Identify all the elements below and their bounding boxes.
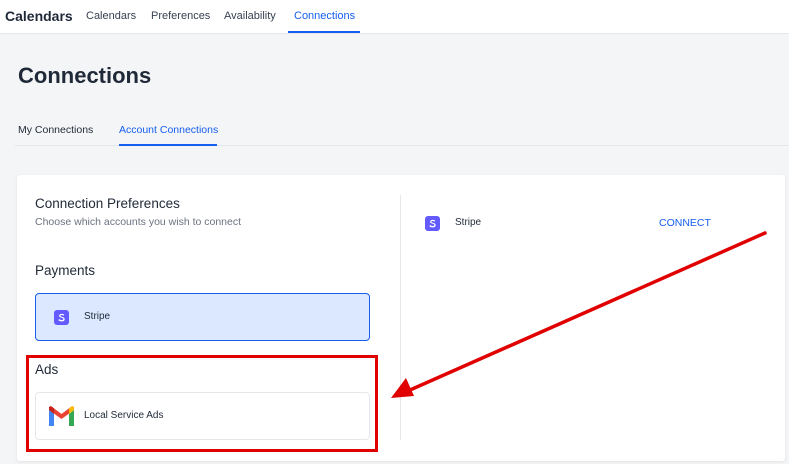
annotation-arrow xyxy=(391,231,767,398)
